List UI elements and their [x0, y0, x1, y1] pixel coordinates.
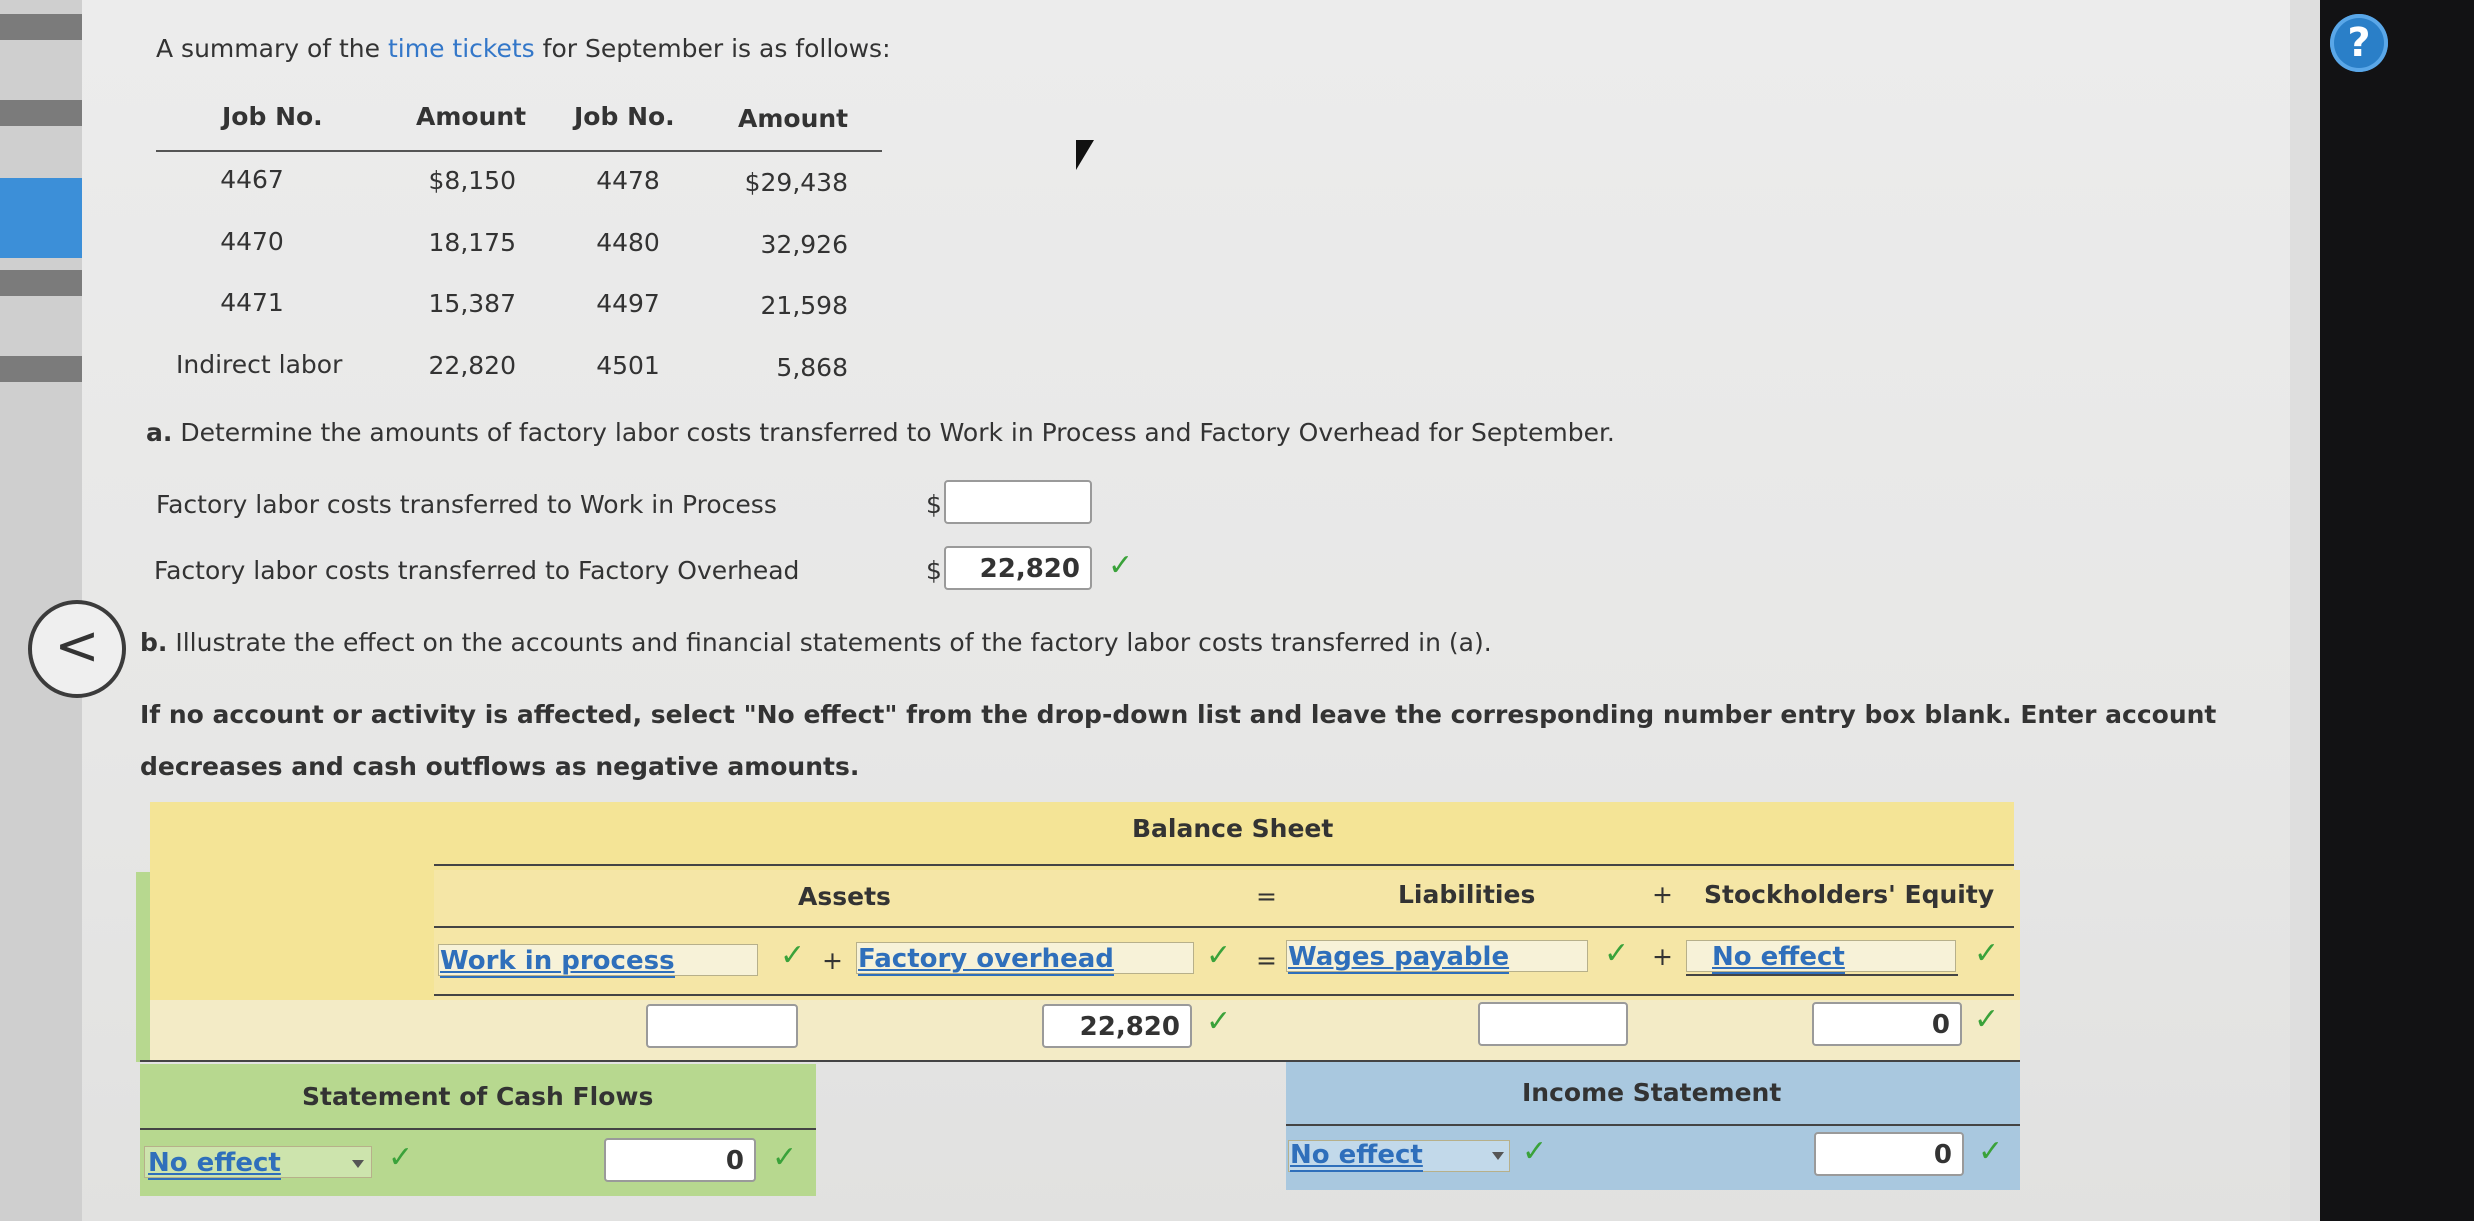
intro-text: A summary of the time tickets for Septem…	[156, 34, 891, 63]
chevron-left-icon: <	[54, 614, 100, 677]
table-cell: 4467	[220, 165, 284, 194]
sidebar-bar	[0, 14, 82, 40]
time-tickets-link[interactable]: time tickets	[388, 34, 535, 63]
table-cell: 5,868	[776, 353, 848, 382]
cash-flows-select[interactable]: No effect	[148, 1148, 281, 1180]
part-a-question: a. Determine the amounts of factory labo…	[146, 418, 1615, 447]
rule	[140, 1128, 816, 1130]
sidebar-bar	[0, 100, 82, 126]
factory-overhead-label: Factory labor costs transferred to Facto…	[154, 556, 800, 585]
check-icon: ✓	[1604, 936, 1630, 971]
check-icon: ✓	[1974, 1002, 2000, 1037]
rule	[434, 994, 2014, 996]
plus-sign: +	[1652, 942, 1673, 971]
equals-sign: =	[1256, 946, 1277, 975]
table-cell: 4471	[220, 288, 284, 317]
table-cell: 4470	[220, 227, 284, 256]
work-in-process-select[interactable]: Work in process	[440, 946, 675, 978]
factory-overhead-amount-input[interactable]: 22,820	[944, 546, 1092, 590]
sidebar-selected-item[interactable]	[0, 178, 82, 258]
check-icon: ✓	[1206, 938, 1232, 973]
table-cell: $29,438	[744, 168, 848, 197]
help-icon[interactable]: ?	[2330, 14, 2388, 72]
back-button[interactable]: <	[28, 600, 126, 698]
income-statement-title: Income Statement	[1522, 1078, 1782, 1107]
equity-amount-input[interactable]: 0	[1812, 1002, 1962, 1046]
liabilities-heading: Liabilities	[1398, 880, 1536, 909]
assets-heading: Assets	[798, 882, 891, 911]
factory-overhead-amount-input[interactable]: 22,820	[1042, 1004, 1192, 1048]
check-icon: ✓	[388, 1140, 414, 1175]
table-header-rule	[156, 150, 882, 152]
table-cell: 18,175	[428, 228, 516, 257]
wip-label: Factory labor costs transferred to Work …	[156, 490, 777, 519]
table-cell: Indirect labor	[176, 350, 343, 379]
table-cell: 22,820	[428, 351, 516, 380]
check-icon: ✓	[1108, 548, 1134, 583]
instructions-line-2: decreases and cash outflows as negative …	[140, 752, 860, 781]
currency-symbol: $	[926, 490, 942, 519]
income-statement-select[interactable]: No effect	[1290, 1140, 1423, 1172]
part-b-question: b. Illustrate the effect on the accounts…	[140, 628, 1492, 657]
instructions-line-1: If no account or activity is affected, s…	[140, 700, 2217, 729]
table-header: Amount	[738, 104, 849, 133]
sidebar-bar	[0, 356, 82, 382]
table-header: Job No.	[574, 102, 675, 131]
plus-sign: +	[1652, 880, 1673, 909]
chevron-down-icon[interactable]	[1492, 1152, 1504, 1160]
wip-amount-input[interactable]	[944, 480, 1092, 524]
check-icon: ✓	[1206, 1004, 1232, 1039]
check-icon: ✓	[1522, 1134, 1548, 1169]
currency-symbol: $	[926, 556, 942, 585]
rule	[1686, 974, 1958, 976]
check-icon: ✓	[772, 1140, 798, 1175]
mouse-cursor-icon	[1076, 140, 1094, 170]
cash-flows-title: Statement of Cash Flows	[302, 1082, 654, 1111]
rule	[1286, 1124, 2020, 1126]
rule	[434, 926, 2014, 928]
chevron-down-icon[interactable]	[352, 1160, 364, 1168]
table-header: Job No.	[222, 102, 323, 131]
table-cell: 4501	[596, 351, 660, 380]
equity-heading: Stockholders' Equity	[1704, 880, 1995, 909]
table-cell: 21,598	[760, 291, 848, 320]
sidebar-bar	[0, 270, 82, 296]
table-cell: 4480	[596, 228, 660, 257]
table-cell: 15,387	[428, 289, 516, 318]
factory-overhead-select[interactable]: Factory overhead	[858, 944, 1114, 976]
table-cell: 4497	[596, 289, 660, 318]
equals-sign: =	[1256, 882, 1277, 911]
check-icon: ✓	[780, 938, 806, 973]
wages-payable-amount-input[interactable]	[1478, 1002, 1628, 1046]
right-background	[2320, 0, 2474, 1221]
rule	[434, 864, 2014, 866]
table-cell: 4478	[596, 166, 660, 195]
check-icon: ✓	[1974, 936, 2000, 971]
table-cell: 32,926	[760, 230, 848, 259]
equity-select[interactable]: No effect	[1712, 942, 1845, 974]
wages-payable-select[interactable]: Wages payable	[1288, 942, 1510, 974]
cash-flows-amount-input[interactable]: 0	[604, 1138, 756, 1182]
income-statement-amount-input[interactable]: 0	[1814, 1132, 1964, 1176]
work-in-process-amount-input[interactable]	[646, 1004, 798, 1048]
plus-sign: +	[822, 946, 843, 975]
balance-sheet-title: Balance Sheet	[1132, 814, 1334, 843]
check-icon: ✓	[1978, 1134, 2004, 1169]
table-header: Amount	[416, 102, 527, 131]
table-cell: $8,150	[428, 166, 516, 195]
